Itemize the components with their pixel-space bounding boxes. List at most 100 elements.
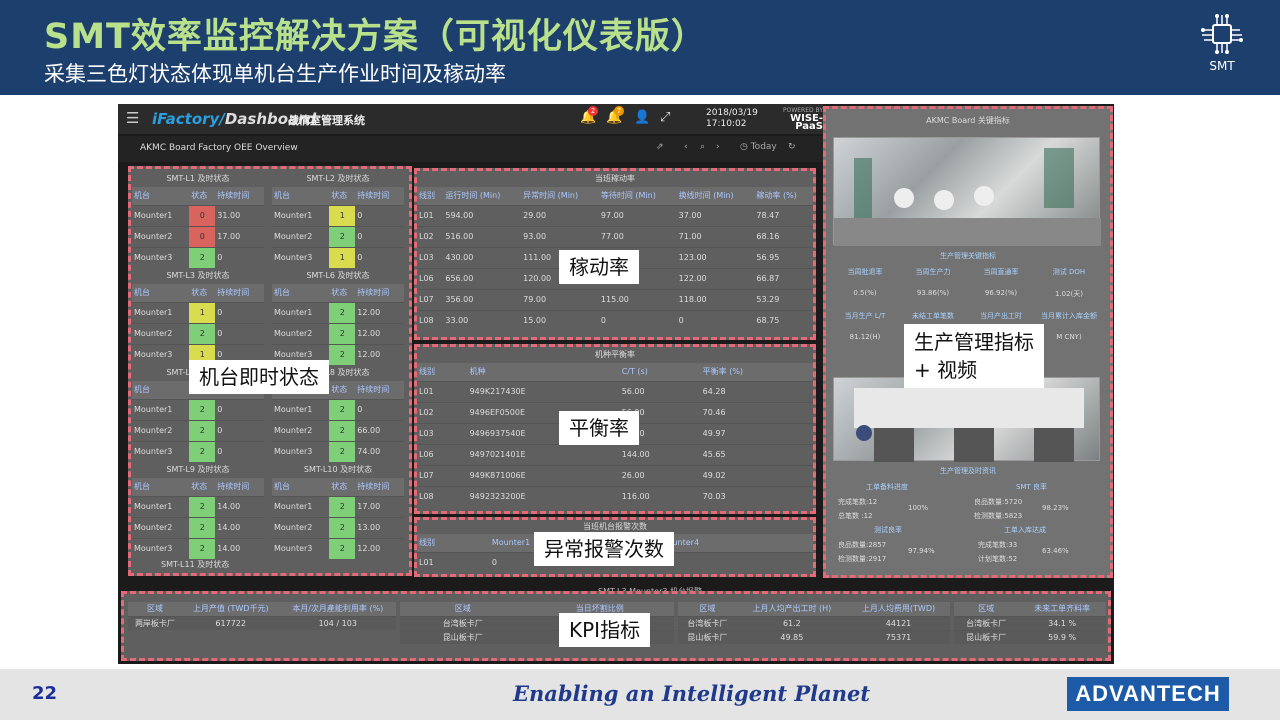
- column-header[interactable]: 持续时间: [215, 478, 264, 496]
- duration-cell: 0: [355, 246, 404, 268]
- column-header[interactable]: 持续时间: [215, 284, 264, 302]
- column-header[interactable]: Mounter4: [658, 534, 813, 552]
- table-row: 台湾板卡厂 61.2 44121: [678, 615, 950, 630]
- table-cell: 台湾板卡厂: [954, 615, 1019, 630]
- table-cell: 56.95: [754, 246, 813, 268]
- column-header[interactable]: 状态: [189, 187, 216, 205]
- table-row: L02 516.00 93.00 77.00 71.00 68.16: [417, 225, 813, 247]
- share-icon[interactable]: ⇗: [656, 142, 664, 152]
- info-b3: 98.23%: [1042, 504, 1069, 512]
- column-header[interactable]: 持续时间: [355, 381, 404, 399]
- kpi-label: 当周批退率: [847, 268, 883, 276]
- column-header[interactable]: 运行时间 (Min): [443, 187, 522, 205]
- chevron-left-icon[interactable]: ‹: [684, 142, 688, 152]
- column-header[interactable]: 换线时间 (Min): [676, 187, 755, 205]
- factory-video-bottom[interactable]: [833, 377, 1100, 462]
- column-header[interactable]: 区域: [400, 602, 526, 616]
- column-header[interactable]: 持续时间: [355, 478, 404, 496]
- column-header[interactable]: 区域: [128, 602, 182, 616]
- chevron-right-icon[interactable]: ›: [716, 142, 720, 152]
- table-row: 台湾板卡厂 34.1 %: [954, 615, 1106, 630]
- table-cell: L07: [417, 288, 444, 310]
- table-cell: L07: [417, 464, 468, 486]
- table-row: Mounter1 0 31.00: [132, 204, 264, 226]
- user-icon[interactable]: 👤: [634, 110, 650, 125]
- duration-cell: 0: [215, 398, 264, 420]
- table-cell: 44121: [847, 615, 950, 630]
- table-cell: 617722: [181, 615, 280, 630]
- today-button[interactable]: Today: [751, 142, 777, 152]
- table-cell: 516.00: [443, 225, 522, 247]
- info-d2: 计划笔数:52: [978, 555, 1018, 563]
- duration-cell: 0: [215, 322, 264, 344]
- bell-icon[interactable]: 🔔 2: [580, 106, 598, 125]
- fullscreen-icon[interactable]: ⤢: [660, 110, 670, 125]
- column-header[interactable]: 上月人均产出工时 (H): [736, 602, 848, 616]
- machine-line-block: SMT-L1 及时状态 机台 状态 持续时间 Mounter1 0 31.00 Mounter…: [132, 171, 264, 268]
- info-title: 生产管理及时资讯: [940, 467, 996, 475]
- column-header[interactable]: 上月人均费用(TWD): [847, 602, 950, 616]
- machine-name: Mounter1: [272, 301, 330, 323]
- column-header[interactable]: 线别: [417, 363, 468, 381]
- info-h3: 测试良率: [874, 526, 902, 534]
- column-header[interactable]: 等待时间 (Min): [598, 187, 677, 205]
- kpi-table-output: 区域 上月产值 (TWD千元) 本月/次月產能利用率 (%) 两岸板卡厂 617722 1…: [128, 602, 396, 630]
- info-h2: SMT 良率: [1016, 483, 1047, 491]
- table-header-row: 线别 运行时间 (Min) 异常时间 (Min) 等待时间 (Min) 换线时间 (Mi…: [417, 187, 813, 205]
- column-header[interactable]: 本月/次月產能利用率 (%): [279, 602, 396, 616]
- bell-icon[interactable]: 🔔 7: [606, 106, 624, 125]
- column-header[interactable]: 持续时间: [355, 187, 404, 205]
- column-header[interactable]: 线别: [417, 187, 444, 205]
- column-header[interactable]: 机台: [272, 187, 330, 205]
- column-header[interactable]: C/T (s): [619, 363, 701, 381]
- column-header[interactable]: 状态: [189, 284, 216, 302]
- table-cell: 71.00: [676, 225, 755, 247]
- column-header[interactable]: 状态: [329, 381, 356, 399]
- table-row: Mounter1 2 14.00: [132, 495, 264, 517]
- column-header[interactable]: 机台: [132, 284, 190, 302]
- column-header[interactable]: 机台: [132, 478, 190, 496]
- column-header[interactable]: 上月产值 (TWD千元): [181, 602, 280, 616]
- column-header[interactable]: 状态: [329, 284, 356, 302]
- table-cell: 116.00: [619, 485, 701, 507]
- column-header[interactable]: 机台: [272, 284, 330, 302]
- table-cell: 68.75: [754, 309, 813, 331]
- column-header[interactable]: 区域: [954, 602, 1019, 616]
- table-cell: L06: [417, 267, 444, 289]
- factory-video-top[interactable]: [833, 137, 1101, 246]
- refresh-icon[interactable]: ↻: [788, 142, 796, 152]
- clock-icon[interactable]: ◷ Today: [740, 142, 777, 152]
- column-header[interactable]: 状态: [329, 478, 356, 496]
- column-header[interactable]: 机台: [132, 187, 190, 205]
- table-cell: L06: [417, 443, 468, 465]
- kpi-value: M CNY): [1056, 333, 1082, 341]
- menu-icon[interactable]: ☰: [126, 109, 139, 127]
- search-icon[interactable]: ⌕: [700, 142, 705, 152]
- machine-line-table: 机台 状态 持续时间 Mounter1 1 0 Mounter2 2 0 Mounter3 1 0: [132, 284, 264, 365]
- table-cell: 70.46: [700, 401, 813, 423]
- table-row: 昆山板卡厂 49.85 75371: [678, 629, 950, 644]
- chip-icon: [1201, 14, 1243, 54]
- column-header[interactable]: 持续时间: [355, 284, 404, 302]
- table-cell: 53.29: [754, 288, 813, 310]
- column-header[interactable]: 未来工单齐料率: [1018, 602, 1106, 616]
- table-cell: 59.9 %: [1018, 629, 1106, 644]
- column-header[interactable]: 机台: [272, 478, 330, 496]
- kpi-value: 96.92(%): [984, 289, 1018, 297]
- column-header[interactable]: 平衡率 (%): [700, 363, 813, 381]
- table-header-row: 机台状态持续时间: [272, 478, 404, 496]
- kpi-title: 生产管理关键指标: [940, 252, 996, 260]
- column-header[interactable]: 状态: [329, 187, 356, 205]
- table-row: Mounter3 2 74.00: [272, 440, 404, 462]
- column-header[interactable]: 状态: [189, 478, 216, 496]
- column-header[interactable]: 机种: [467, 363, 620, 381]
- column-header[interactable]: 机台: [132, 381, 190, 399]
- column-header[interactable]: 线别: [417, 534, 490, 552]
- column-header[interactable]: 区域: [678, 602, 737, 616]
- table-cell: 台湾板卡厂: [400, 615, 526, 630]
- column-header[interactable]: 异常时间 (Min): [521, 187, 599, 205]
- column-header[interactable]: 持续时间: [215, 187, 264, 205]
- powered-by: POWERED BY WISE-PaaS: [763, 107, 823, 132]
- column-header[interactable]: 稼动率 (%): [754, 187, 813, 205]
- table-cell: L03: [417, 246, 444, 268]
